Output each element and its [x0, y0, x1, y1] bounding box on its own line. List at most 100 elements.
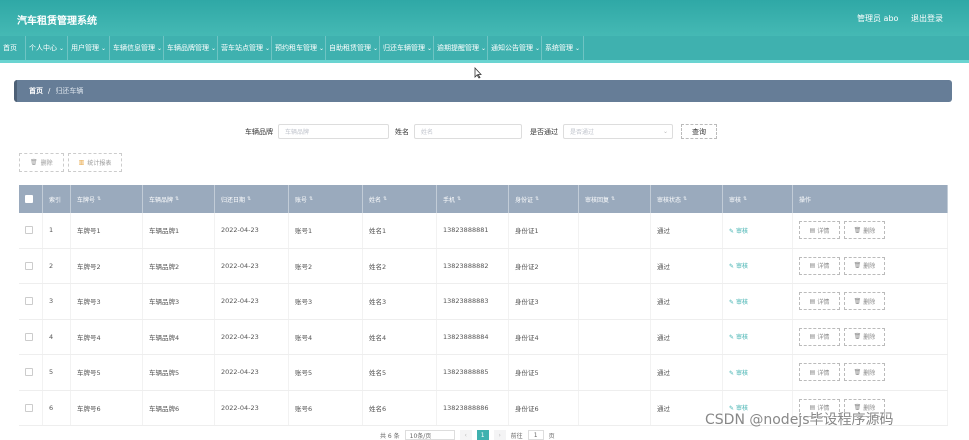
- nav-item-label: 用户管理: [71, 44, 99, 52]
- delete-button[interactable]: 🗑 删除: [19, 153, 64, 172]
- row-checkbox[interactable]: [25, 403, 33, 412]
- sort-icon[interactable]: ⇅: [683, 196, 687, 202]
- cell-idx: 6: [43, 390, 71, 425]
- sort-icon[interactable]: ⇅: [309, 196, 313, 202]
- detail-button-label: 详情: [817, 369, 830, 377]
- cell-brand: 车辆品牌2: [143, 248, 215, 283]
- document-icon: ▤: [809, 226, 816, 234]
- cell-status: 通过: [651, 355, 723, 390]
- detail-button[interactable]: ▤ 详情: [799, 292, 840, 311]
- cell-name: 姓名1: [363, 213, 437, 248]
- nav-item-2[interactable]: 用户管理 ⌄: [68, 36, 110, 60]
- cell-reply: [579, 213, 651, 248]
- page-size-select[interactable]: 10条/页: [404, 430, 455, 440]
- column-header-label: 姓名: [369, 196, 382, 204]
- column-header-4[interactable]: 账号 ⇅: [289, 185, 363, 213]
- select-all-checkbox[interactable]: [25, 195, 33, 203]
- nav-item-11[interactable]: 系统管理 ⌄: [542, 36, 584, 60]
- nav-item-label: 营车站点管理: [221, 44, 263, 52]
- row-delete-button[interactable]: 🗑 删除: [844, 363, 885, 382]
- detail-button[interactable]: ▤ 详情: [799, 256, 840, 275]
- name-input[interactable]: 姓名: [414, 124, 522, 139]
- cell-idx: 3: [43, 284, 71, 319]
- column-header-6[interactable]: 手机 ⇅: [437, 185, 509, 213]
- pass-select[interactable]: 是否通过 ⌄: [563, 124, 673, 139]
- sort-icon[interactable]: ⇅: [611, 196, 615, 202]
- chevron-down-icon: ⌄: [535, 44, 541, 52]
- query-button[interactable]: 查询: [681, 124, 717, 139]
- row-checkbox[interactable]: [25, 226, 33, 235]
- sort-icon[interactable]: ⇅: [247, 196, 251, 202]
- nav-item-8[interactable]: 归还车辆管理 ⌄: [380, 36, 434, 60]
- nav-item-9[interactable]: 逾期提醒管理 ⌄: [434, 36, 488, 60]
- column-header-8[interactable]: 审核回复 ⇅: [579, 185, 651, 213]
- cell-status: 通过: [651, 319, 723, 354]
- row-delete-button[interactable]: 🗑 删除: [844, 292, 885, 311]
- column-header-2[interactable]: 车辆品牌 ⇅: [143, 185, 215, 213]
- nav-item-5[interactable]: 营车站点管理 ⌄: [218, 36, 272, 60]
- audit-link[interactable]: ✎ 审核: [729, 332, 748, 341]
- column-header-3[interactable]: 归还日期 ⇅: [215, 185, 289, 213]
- nav-item-10[interactable]: 通知公告管理 ⌄: [488, 36, 542, 60]
- prev-page-button[interactable]: ‹: [459, 430, 472, 440]
- sort-icon[interactable]: ⇅: [383, 196, 387, 202]
- cell-reply: [579, 284, 651, 319]
- next-page-button[interactable]: ›: [493, 430, 506, 440]
- audit-link[interactable]: ✎ 审核: [729, 226, 748, 235]
- nav-item-7[interactable]: 自助租赁管理 ⌄: [326, 36, 380, 60]
- sort-icon[interactable]: ⇅: [743, 196, 747, 202]
- audit-label: 审核: [735, 227, 748, 235]
- row-delete-button[interactable]: 🗑 删除: [844, 256, 885, 275]
- breadcrumb-home[interactable]: 首页: [29, 86, 43, 96]
- audit-link[interactable]: ✎ 审核: [729, 368, 748, 377]
- cell-operations: ▤ 详情 🗑 删除: [793, 355, 948, 390]
- column-header-label: 审核状态: [657, 196, 682, 204]
- column-header-9[interactable]: 审核状态 ⇅: [651, 185, 723, 213]
- row-delete-button[interactable]: 🗑 删除: [844, 327, 885, 346]
- cell-idx: 5: [43, 355, 71, 390]
- cell-phone: 13823888882: [437, 248, 509, 283]
- column-header-10[interactable]: 审核 ⇅: [723, 185, 793, 213]
- goto-input[interactable]: 1: [527, 430, 544, 440]
- cell-name: 姓名6: [363, 390, 437, 425]
- nav-item-4[interactable]: 车辆品牌管理 ⌄: [164, 36, 218, 60]
- row-checkbox[interactable]: [25, 332, 33, 341]
- chevron-down-icon: ⌄: [662, 128, 668, 135]
- nav-item-0[interactable]: 首页: [0, 36, 26, 60]
- sort-icon[interactable]: ⇅: [97, 196, 101, 202]
- column-header-5[interactable]: 姓名 ⇅: [363, 185, 437, 213]
- cell-status: 通过: [651, 213, 723, 248]
- column-header-7[interactable]: 身份证 ⇅: [509, 185, 579, 213]
- row-checkbox[interactable]: [25, 297, 33, 306]
- report-button[interactable]: ▥ 统计报表: [67, 153, 123, 172]
- nav-item-1[interactable]: 个人中心 ⌄: [26, 36, 68, 60]
- detail-button[interactable]: ▤ 详情: [799, 327, 840, 346]
- brand-input[interactable]: 车辆品牌: [278, 124, 389, 139]
- audit-link[interactable]: ✎ 审核: [729, 261, 748, 270]
- detail-button[interactable]: ▤ 详情: [799, 221, 840, 240]
- column-header-1[interactable]: 车牌号 ⇅: [71, 185, 143, 213]
- cell-plate: 车牌号2: [71, 248, 143, 283]
- current-page[interactable]: 1: [476, 430, 489, 440]
- sort-icon[interactable]: ⇅: [535, 196, 539, 202]
- cell-date: 2022-04-23: [215, 390, 289, 425]
- row-checkbox[interactable]: [25, 368, 33, 377]
- sort-icon[interactable]: ⇅: [457, 196, 461, 202]
- chevron-down-icon: ⌄: [157, 44, 163, 52]
- audit-link[interactable]: ✎ 审核: [729, 297, 748, 306]
- logout-link[interactable]: 退出登录: [911, 13, 943, 24]
- brand-label: 车辆品牌: [245, 127, 273, 136]
- cell-audit: ✎ 审核: [723, 284, 793, 319]
- nav-item-3[interactable]: 车辆信息管理 ⌄: [110, 36, 164, 60]
- nav-item-6[interactable]: 预约租车管理 ⌄: [272, 36, 326, 60]
- cell-idx: 1: [43, 213, 71, 248]
- cell-account: 账号2: [289, 248, 363, 283]
- edit-icon: ✎: [729, 369, 736, 377]
- admin-label: 管理员 abo: [857, 14, 899, 23]
- report-label: 统计报表: [87, 160, 112, 167]
- row-checkbox[interactable]: [25, 261, 33, 270]
- detail-button[interactable]: ▤ 详情: [799, 363, 840, 382]
- cell-id: 身份证2: [509, 248, 579, 283]
- sort-icon[interactable]: ⇅: [175, 196, 179, 202]
- row-delete-button[interactable]: 🗑 删除: [844, 221, 885, 240]
